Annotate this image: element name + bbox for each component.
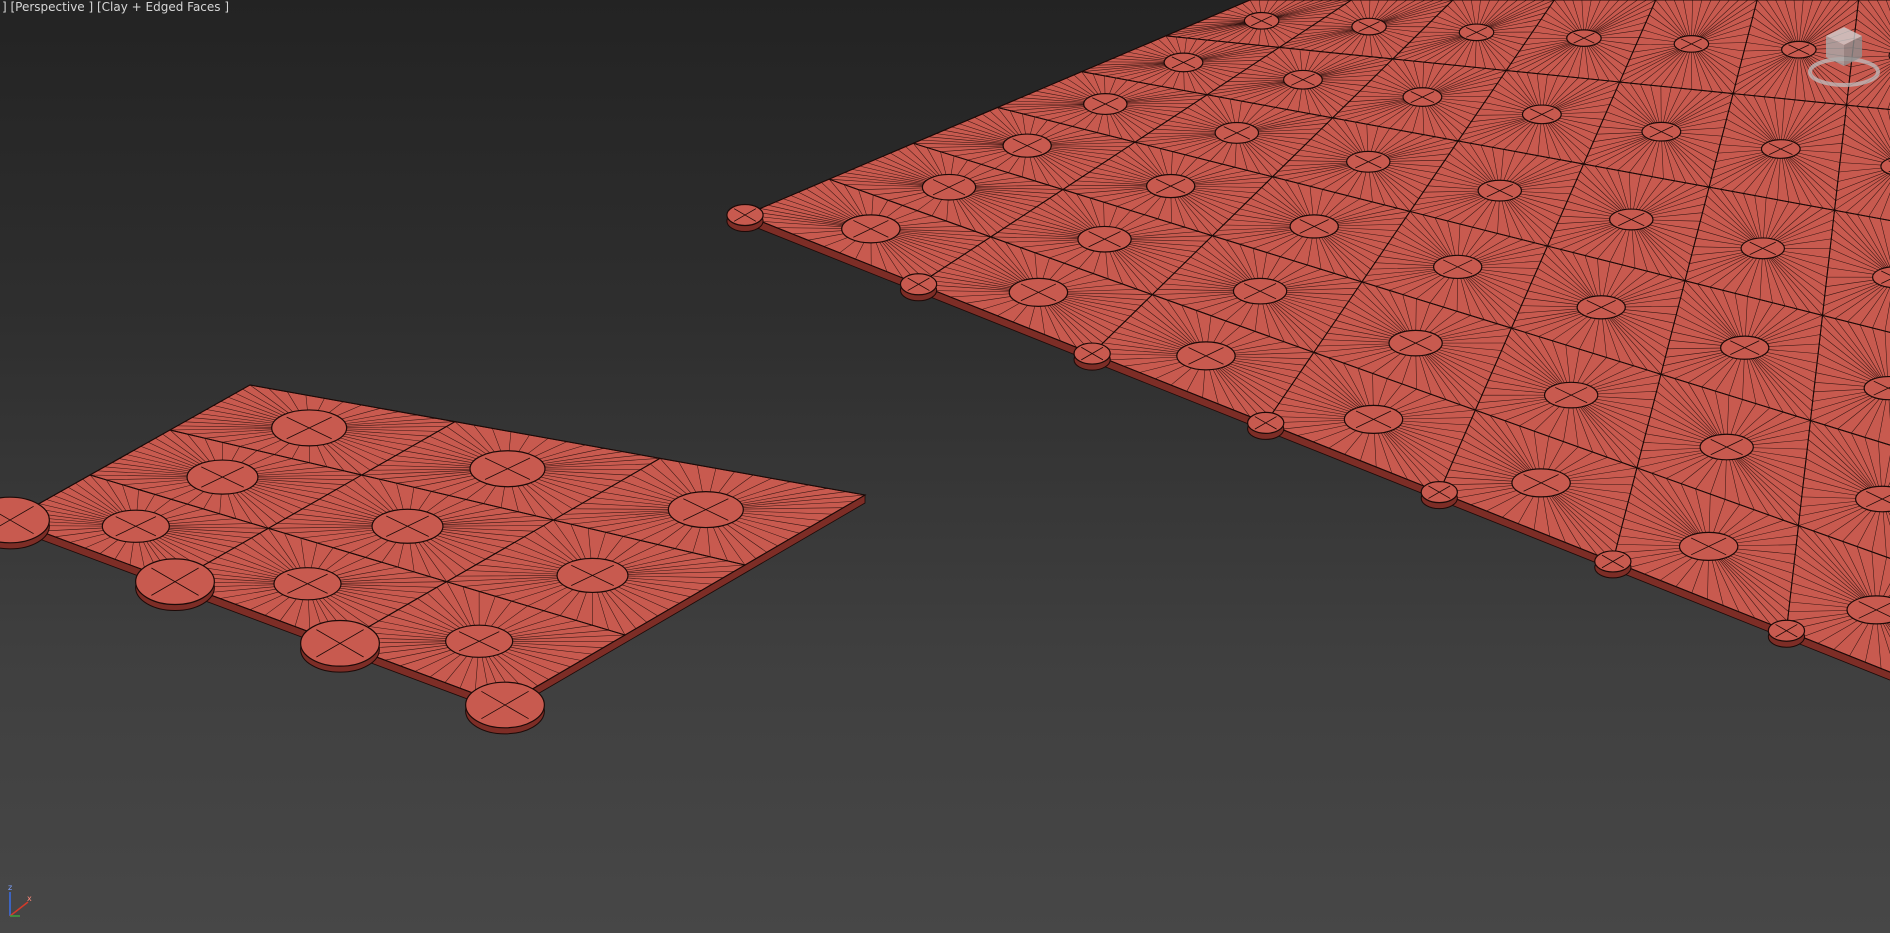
scene-render bbox=[0, 0, 1890, 735]
axis-tripod-icon: z x bbox=[8, 883, 32, 917]
viewcube-icon[interactable] bbox=[1806, 22, 1882, 92]
axis-z-label: z bbox=[8, 883, 12, 892]
perspective-viewport[interactable]: ] [Perspective ] [Clay + Edged Faces ] z… bbox=[0, 0, 1890, 933]
tile-patch-small[interactable] bbox=[0, 384, 867, 735]
axis-x-label: x bbox=[27, 894, 32, 903]
tile-patch-large[interactable] bbox=[726, 0, 1890, 717]
viewport-label[interactable]: ] [Perspective ] [Clay + Edged Faces ] bbox=[2, 0, 229, 14]
